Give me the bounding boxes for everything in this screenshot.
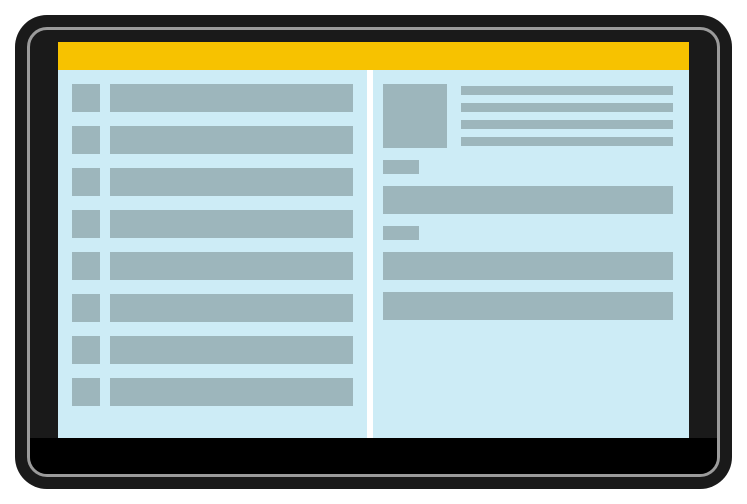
list-item-label xyxy=(110,294,353,322)
detail-panel xyxy=(367,70,689,438)
list-item[interactable] xyxy=(72,84,353,112)
detail-header xyxy=(383,84,673,148)
list-item-icon xyxy=(72,168,100,196)
detail-header-line xyxy=(461,120,673,129)
list-item-label xyxy=(110,210,353,238)
list-item-icon xyxy=(72,252,100,280)
detail-row[interactable] xyxy=(383,292,673,320)
detail-header-line xyxy=(461,137,673,146)
list-item[interactable] xyxy=(72,210,353,238)
list-item-label xyxy=(110,252,353,280)
list-item[interactable] xyxy=(72,336,353,364)
detail-thumbnail xyxy=(383,84,447,148)
app-header-bar xyxy=(58,42,689,70)
screen xyxy=(58,42,689,474)
detail-header-text xyxy=(461,84,673,148)
detail-row[interactable] xyxy=(383,252,673,280)
panel-divider xyxy=(367,70,373,438)
list-item-icon xyxy=(72,126,100,154)
list-item-icon xyxy=(72,336,100,364)
list-item[interactable] xyxy=(72,168,353,196)
content-area xyxy=(58,70,689,438)
list-item-icon xyxy=(72,210,100,238)
tablet-device-frame xyxy=(15,15,732,489)
list-item-icon xyxy=(72,378,100,406)
list-item-icon xyxy=(72,84,100,112)
detail-row[interactable] xyxy=(383,186,673,214)
section-label xyxy=(383,226,419,240)
detail-header-line xyxy=(461,86,673,95)
list-item[interactable] xyxy=(72,252,353,280)
list-item[interactable] xyxy=(72,378,353,406)
list-item[interactable] xyxy=(72,126,353,154)
list-item-label xyxy=(110,168,353,196)
list-item-label xyxy=(110,336,353,364)
list-item-label xyxy=(110,84,353,112)
list-item-icon xyxy=(72,294,100,322)
list-item-label xyxy=(110,126,353,154)
list-item[interactable] xyxy=(72,294,353,322)
detail-header-line xyxy=(461,103,673,112)
list-panel xyxy=(58,70,367,438)
system-nav-bar xyxy=(30,438,717,474)
list-item-label xyxy=(110,378,353,406)
tablet-bezel xyxy=(27,27,720,477)
section-label xyxy=(383,160,419,174)
